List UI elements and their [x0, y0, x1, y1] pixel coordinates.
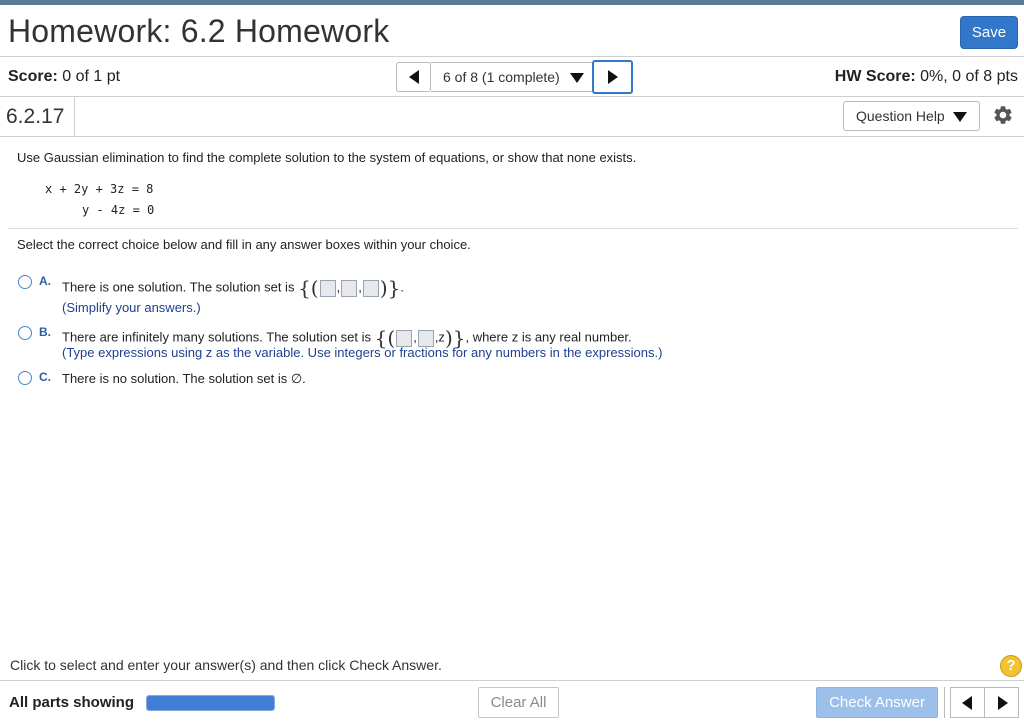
- hw-score-value: 0%, 0 of 8 pts: [920, 68, 1018, 85]
- caret-down-icon: [570, 73, 584, 83]
- footer-separator: [944, 687, 945, 718]
- page-title: Homework: 6.2 Homework: [8, 13, 390, 49]
- arrow-right-icon: [998, 696, 1008, 710]
- question-help-dropdown[interactable]: Question Help: [843, 101, 980, 131]
- answer-box-b2[interactable]: [417, 329, 434, 347]
- answer-box-a1[interactable]: [319, 279, 336, 297]
- divider: [8, 228, 1018, 229]
- previous-question-button[interactable]: [396, 62, 431, 92]
- title-bar: Homework: 6.2 Homework Save: [0, 5, 1024, 57]
- choice-a-letter: A.: [39, 274, 51, 288]
- choice-a-radio[interactable]: [18, 275, 32, 289]
- choice-c-letter: C.: [39, 370, 51, 384]
- equation-2: y - 4z = 0: [82, 203, 155, 217]
- score-value: 0 of 1 pt: [62, 68, 121, 85]
- question-help-label: Question Help: [856, 108, 945, 124]
- score-label: Score:: [8, 68, 58, 85]
- choice-b-radio[interactable]: [18, 326, 32, 340]
- question-number: 6.2.17: [0, 97, 75, 137]
- arrow-right-icon: [608, 70, 618, 84]
- next-question-button[interactable]: [592, 60, 633, 94]
- answer-box-a2[interactable]: [341, 279, 358, 297]
- question-prompt: Use Gaussian elimination to find the com…: [17, 150, 637, 165]
- footer-message: Click to select and enter your answer(s)…: [10, 657, 442, 673]
- equation-1: x + 2y + 3z = 8: [45, 182, 154, 196]
- choice-b-letter: B.: [39, 325, 51, 339]
- footer-next-button[interactable]: [984, 687, 1019, 718]
- choice-c-text: There is no solution. The solution set i…: [62, 371, 306, 386]
- clear-all-button[interactable]: Clear All: [478, 687, 559, 718]
- caret-down-icon: [953, 112, 967, 122]
- score-bar: Score: 0 of 1 pt 6 of 8 (1 complete) HW …: [0, 57, 1024, 97]
- comma: ,: [336, 279, 341, 295]
- question-selector-dropdown[interactable]: 6 of 8 (1 complete): [431, 62, 592, 92]
- gear-icon[interactable]: [992, 104, 1014, 126]
- choice-a-text: There is one solution. The solution set …: [62, 276, 404, 300]
- choice-a-hint: (Simplify your answers.): [62, 300, 201, 315]
- choice-b-statement: There are infinitely many solutions. The…: [62, 329, 372, 345]
- choice-b-hint: (Type expressions using z as the variabl…: [62, 345, 663, 360]
- period: .: [400, 279, 405, 295]
- help-icon[interactable]: ?: [1000, 655, 1022, 677]
- hw-score-display: HW Score: 0%, 0 of 8 pts: [835, 68, 1018, 86]
- hw-score-label: HW Score:: [834, 68, 916, 85]
- set-close-brace: )}: [379, 276, 401, 300]
- question-header: 6.2.17 Question Help: [0, 97, 1024, 137]
- progress-fill: [147, 696, 274, 710]
- answer-box-b1[interactable]: [396, 329, 413, 347]
- bottom-bar: All parts showing Clear All Check Answer: [0, 680, 1024, 722]
- instruction-text: Select the correct choice below and fill…: [17, 237, 471, 252]
- question-selector-label: 6 of 8 (1 complete): [443, 69, 560, 85]
- variable-z: ,z: [434, 329, 445, 345]
- arrow-left-icon: [962, 696, 972, 710]
- footer-previous-button[interactable]: [950, 687, 985, 718]
- choice-c-radio[interactable]: [18, 371, 32, 385]
- choice-a-statement: There is one solution. The solution set …: [62, 279, 295, 295]
- choice-b-suffix: , where z is any real number.: [465, 329, 632, 345]
- save-button[interactable]: Save: [960, 16, 1018, 49]
- check-answer-button[interactable]: Check Answer: [816, 687, 938, 718]
- comma: ,: [413, 329, 417, 345]
- arrow-left-icon: [409, 70, 419, 84]
- score-display: Score: 0 of 1 pt: [8, 68, 120, 86]
- parts-progress-bar: [146, 695, 275, 711]
- parts-showing-label: All parts showing: [9, 694, 135, 711]
- set-open-brace: {(: [298, 276, 319, 300]
- comma: ,: [358, 279, 362, 295]
- answer-box-a3[interactable]: [362, 279, 379, 297]
